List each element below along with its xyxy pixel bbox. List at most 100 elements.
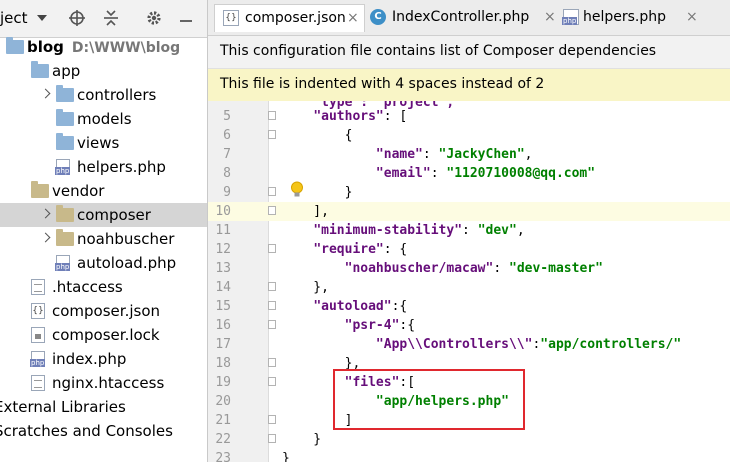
tree-item-index-php[interactable]: index.php [0,347,207,371]
php-file-icon [55,255,74,271]
fold-marker-icon[interactable] [268,187,276,196]
expand-arrow-icon[interactable] [39,83,53,107]
tree-item-blog[interactable]: blog D:\WWW\blog [0,35,207,59]
line-number: 6 [223,128,231,143]
project-panel: ject blog D:\WWW\blog app controllers models… [0,0,208,462]
line-number: 11 [215,223,231,238]
tab-indexcontroller-php[interactable]: C IndexController.php × [368,4,556,31]
code-line[interactable]: 12 "require": { [208,240,730,259]
tree-item-label: composer [77,206,151,224]
gear-icon[interactable] [145,9,163,27]
tree-item-scratches-and-consoles[interactable]: Scratches and Consoles [0,419,207,443]
close-tab-icon[interactable]: × [686,4,698,31]
expand-arrow-icon[interactable] [39,203,53,227]
tree-item-label: noahbuscher [77,230,175,248]
info-notification-text: This configuration file contains list of… [220,43,657,59]
line-number: 23 [215,451,231,462]
text-file-icon [31,279,49,295]
folder-icon [31,61,49,79]
line-number: 14 [215,280,231,295]
fold-marker-icon[interactable] [268,206,276,215]
line-number: 20 [215,394,231,409]
info-notification-bar: This configuration file contains list of… [208,36,730,69]
line-number: 22 [215,432,231,447]
code-text: "autoload":{ [313,299,408,314]
tree-item-controllers[interactable]: controllers [0,83,207,107]
tree-item-external-libraries[interactable]: External Libraries [0,395,207,419]
tree-item-label: .htaccess [52,278,123,296]
hide-panel-icon[interactable] [177,9,195,27]
view-dropdown-icon[interactable] [37,15,47,21]
editor-tab-bar: {} composer.json × C IndexController.php… [208,0,730,36]
project-path-hint: D:\WWW\blog [71,40,181,56]
fold-marker-icon[interactable] [268,301,276,310]
code-line[interactable]: 23} [208,449,730,462]
code-line[interactable]: 6 { [208,126,730,145]
code-text: "name": "JackyChen", [375,147,533,162]
json-file-icon: {} [223,10,239,26]
code-text: } [282,451,290,462]
code-text: "psr-4":{ [344,318,416,333]
code-line[interactable]: 10 ], [208,202,730,221]
fold-marker-icon[interactable] [268,377,276,386]
folder-icon [56,133,74,151]
tab-label: composer.json [245,10,346,26]
code-text: } [282,432,322,447]
fold-marker-icon[interactable] [268,358,276,367]
line-number: 8 [223,166,231,181]
tree-item-label: External Libraries [0,398,126,416]
folder-icon [56,205,74,223]
code-line[interactable]: 7 "name": "JackyChen", [208,145,730,164]
code-line[interactable]: 16 "psr-4":{ [208,316,730,335]
folder-icon [31,181,49,199]
code-line[interactable]: 8 "email": "1120710008@qq.com" [208,164,730,183]
expand-arrow-icon[interactable] [39,227,53,251]
fold-marker-icon[interactable] [268,415,276,424]
tree-item-composer[interactable]: composer [0,203,207,227]
code-text: { [282,128,353,143]
tree-item-label: composer.lock [52,326,160,344]
code-line[interactable]: 22 } [208,430,730,449]
tree-item-nginx-htaccess[interactable]: nginx.htaccess [0,371,207,395]
tab-composer-json[interactable]: {} composer.json × [214,4,365,32]
close-tab-icon[interactable]: × [347,5,359,32]
tree-item-models[interactable]: models [0,107,207,131]
tree-item-vendor[interactable]: vendor [0,179,207,203]
code-line[interactable]: 13 "noahbuscher/macaw": "dev-master" [208,259,730,278]
code-line[interactable]: 15 "autoload":{ [208,297,730,316]
fold-marker-icon[interactable] [268,320,276,329]
code-text: "noahbuscher/macaw": "dev-master" [344,261,603,276]
tree-item-helpers-php[interactable]: helpers.php [0,155,207,179]
code-line[interactable]: 5 "authors": [ [208,107,730,126]
code-line[interactable]: 17 "App\\Controllers\\":"app/controllers… [208,335,730,354]
close-tab-icon[interactable]: × [544,4,556,31]
tree-item-autoload-php[interactable]: autoload.php [0,251,207,275]
code-line[interactable]: 11 "minimum-stability": "dev", [208,221,730,240]
fold-marker-icon[interactable] [268,434,276,443]
tree-item-label: composer.json [52,302,161,320]
line-number: 21 [215,413,231,428]
tree-item-composer-lock[interactable]: composer.lock [0,323,207,347]
line-number: 19 [215,375,231,390]
lightbulb-icon[interactable] [290,181,304,199]
project-view-title[interactable]: ject [0,9,28,27]
lock-file-icon [31,327,49,343]
fold-marker-icon[interactable] [268,282,276,291]
fold-marker-icon[interactable] [268,244,276,253]
code-line[interactable]: 14 }, [208,278,730,297]
warning-notification-text: This file is indented with 4 spaces inst… [220,76,545,92]
php-file-icon [55,159,74,175]
tree-item-composer-json[interactable]: {} composer.json [0,299,207,323]
json-file-icon: {} [31,303,49,319]
collapse-all-icon[interactable] [102,9,120,27]
tree-item-app[interactable]: app [0,59,207,83]
locate-file-icon[interactable] [68,9,86,27]
tree-item-label: index.php [52,350,127,368]
code-line[interactable]: 9 } [208,183,730,202]
tree-item-htaccess[interactable]: .htaccess [0,275,207,299]
fold-marker-icon[interactable] [268,111,276,120]
tree-item-views[interactable]: views [0,131,207,155]
tab-helpers-php[interactable]: helpers.php × [560,4,700,31]
tree-item-noahbuscher[interactable]: noahbuscher [0,227,207,251]
fold-marker-icon[interactable] [268,130,276,139]
